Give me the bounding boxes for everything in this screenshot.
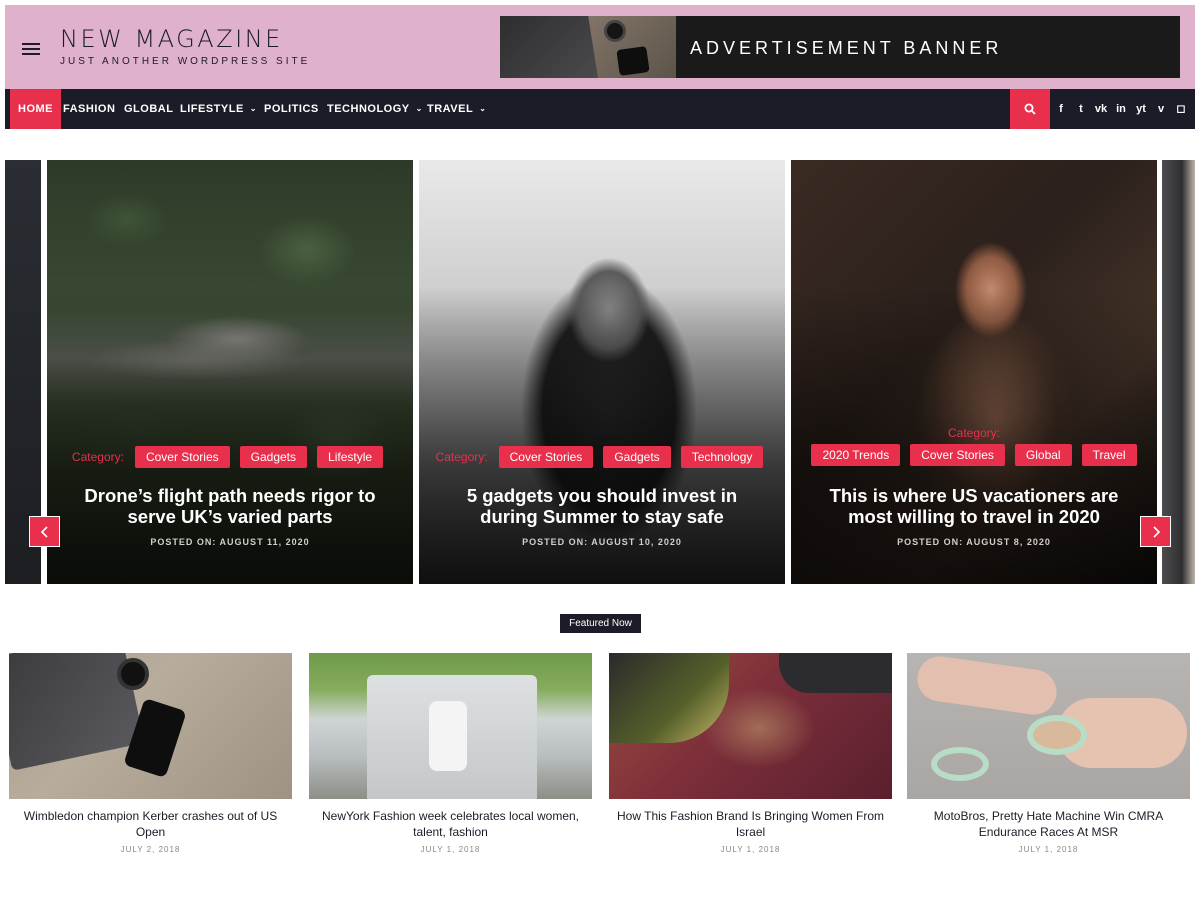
ad-banner-text: ADVERTISEMENT BANNER xyxy=(690,38,1003,58)
featured-card: How This Fashion Brand Is Bringing Women… xyxy=(609,653,892,854)
search-icon xyxy=(1024,103,1036,115)
nav-item-travel[interactable]: TRAVEL ⌄ xyxy=(427,89,486,129)
slide-2[interactable]: Category: Cover Stories Gadgets Technolo… xyxy=(419,160,785,584)
featured-card: Wimbledon champion Kerber crashes out of… xyxy=(9,653,292,854)
ad-banner-image xyxy=(500,16,676,78)
category-tag[interactable]: 2020 Trends xyxy=(811,444,901,466)
nav-item-lifestyle[interactable]: LIFESTYLE ⌄ xyxy=(180,89,257,129)
site-title[interactable]: NEW MAGAZINE xyxy=(60,25,283,53)
vimeo-icon[interactable]: v xyxy=(1151,89,1171,129)
featured-slider: Category: Cover Stories Gadgets Lifestyl… xyxy=(5,160,1195,584)
featured-now-label: Featured Now xyxy=(560,614,641,633)
instagram-icon[interactable]: ◻ xyxy=(1171,89,1191,129)
category-tag[interactable]: Travel xyxy=(1081,444,1137,466)
vk-icon[interactable]: vk xyxy=(1091,89,1111,129)
slider-prev-button[interactable] xyxy=(29,516,60,547)
featured-card-image[interactable] xyxy=(907,653,1190,799)
menu-icon[interactable] xyxy=(22,43,40,55)
nav-item-fashion[interactable]: FASHION xyxy=(63,89,115,129)
featured-card-image[interactable] xyxy=(609,653,892,799)
slide-title[interactable]: 5 gadgets you should invest in during Su… xyxy=(439,485,765,527)
featured-card-image[interactable] xyxy=(309,653,592,799)
chevron-right-icon xyxy=(1153,526,1161,538)
featured-card-date: JULY 1, 2018 xyxy=(420,845,481,854)
category-tag[interactable]: Technology xyxy=(680,446,764,468)
nav-item-politics[interactable]: POLITICS xyxy=(264,89,319,129)
facebook-icon[interactable]: f xyxy=(1051,89,1071,129)
slide-title[interactable]: This is where US vacationers are most wi… xyxy=(811,485,1137,527)
category-label: Category: xyxy=(435,450,488,464)
slide-date: POSTED ON: AUGUST 11, 2020 xyxy=(150,537,310,547)
nav-item-global[interactable]: GLOBAL xyxy=(124,89,173,129)
search-button[interactable] xyxy=(1010,89,1050,129)
nav-item-technology[interactable]: TECHNOLOGY ⌄ xyxy=(327,89,423,129)
youtube-icon[interactable]: yt xyxy=(1131,89,1151,129)
chevron-left-icon xyxy=(40,526,48,538)
featured-card-date: JULY 2, 2018 xyxy=(120,845,181,854)
linkedin-icon[interactable]: in xyxy=(1111,89,1131,129)
category-tag[interactable]: Gadgets xyxy=(603,446,671,468)
slider-next-button[interactable] xyxy=(1140,516,1171,547)
slide-title[interactable]: Drone’s flight path needs rigor to serve… xyxy=(67,485,393,527)
slide-categories: Category: 2020 Trends Cover Stories Glob… xyxy=(791,426,1157,466)
site-header: NEW MAGAZINE JUST ANOTHER WORDPRESS SITE… xyxy=(5,5,1195,89)
main-nav: HOME FASHION GLOBAL LIFESTYLE ⌄ POLITICS … xyxy=(5,89,1195,129)
site-tagline: JUST ANOTHER WORDPRESS SITE xyxy=(60,56,311,67)
chevron-down-icon: ⌄ xyxy=(415,104,423,113)
category-tag[interactable]: Global xyxy=(1014,444,1072,466)
featured-card-image[interactable] xyxy=(9,653,292,799)
category-tag[interactable]: Gadgets xyxy=(239,446,308,468)
slide-1[interactable]: Category: Cover Stories Gadgets Lifestyl… xyxy=(47,160,413,584)
category-tag[interactable]: Lifestyle xyxy=(317,446,384,468)
featured-card-title[interactable]: NewYork Fashion week celebrates local wo… xyxy=(309,808,592,840)
featured-card: MotoBros, Pretty Hate Machine Win CMRA E… xyxy=(907,653,1190,854)
featured-card-title[interactable]: How This Fashion Brand Is Bringing Women… xyxy=(609,808,892,840)
slide-categories: Category: Cover Stories Gadgets Technolo… xyxy=(419,446,785,468)
chevron-down-icon: ⌄ xyxy=(479,104,487,113)
category-label: Category: xyxy=(71,450,124,464)
twitter-icon[interactable]: t xyxy=(1071,89,1091,129)
featured-card: NewYork Fashion week celebrates local wo… xyxy=(309,653,592,854)
nav-item-home[interactable]: HOME xyxy=(10,89,61,129)
slide-date: POSTED ON: AUGUST 8, 2020 xyxy=(897,537,1051,547)
category-tag[interactable]: Cover Stories xyxy=(910,444,1005,466)
advertisement-banner[interactable]: ADVERTISEMENT BANNER xyxy=(500,16,1180,78)
featured-card-date: JULY 1, 2018 xyxy=(720,845,781,854)
chevron-down-icon: ⌄ xyxy=(249,104,257,113)
featured-card-date: JULY 1, 2018 xyxy=(1018,845,1079,854)
category-tag[interactable]: Cover Stories xyxy=(134,446,230,468)
category-label: Category: xyxy=(947,426,1001,440)
slide-3[interactable]: Category: 2020 Trends Cover Stories Glob… xyxy=(791,160,1157,584)
category-tag[interactable]: Cover Stories xyxy=(498,446,594,468)
featured-card-title[interactable]: MotoBros, Pretty Hate Machine Win CMRA E… xyxy=(907,808,1190,840)
featured-card-title[interactable]: Wimbledon champion Kerber crashes out of… xyxy=(9,808,292,840)
slide-date: POSTED ON: AUGUST 10, 2020 xyxy=(522,537,682,547)
slide-categories: Category: Cover Stories Gadgets Lifestyl… xyxy=(47,446,413,468)
